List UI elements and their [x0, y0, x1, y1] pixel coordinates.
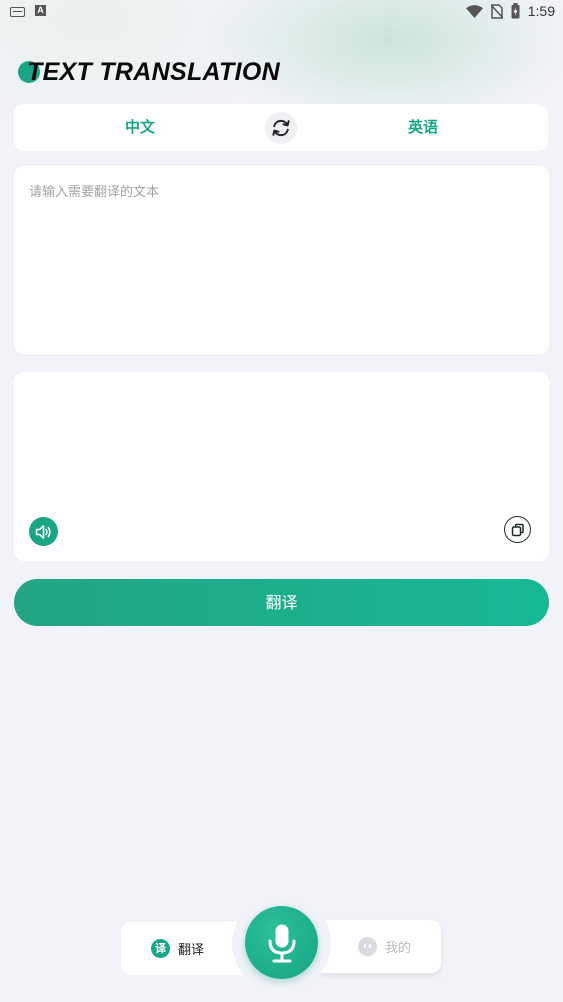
- translate-tab-icon: 译: [151, 939, 170, 958]
- translate-button[interactable]: 翻译: [14, 579, 549, 626]
- microphone-icon: [268, 924, 295, 962]
- copy-icon: [511, 523, 524, 536]
- status-time: 1:59: [527, 3, 555, 19]
- swap-refresh-icon: [272, 119, 290, 137]
- source-text-input[interactable]: [29, 181, 529, 339]
- speaker-icon: [35, 524, 51, 539]
- copy-button[interactable]: [504, 516, 531, 543]
- source-language-button[interactable]: 中文: [80, 104, 200, 151]
- a-icon: A: [35, 5, 46, 16]
- tab-mine[interactable]: 我的: [320, 920, 441, 973]
- battery-charging-icon: [511, 3, 520, 19]
- output-card: [14, 372, 549, 561]
- page-title: TEXT TRANSLATION: [27, 58, 280, 86]
- target-language-button[interactable]: 英语: [363, 104, 483, 151]
- tab-translate-label: 翻译: [178, 943, 205, 958]
- speak-button[interactable]: [29, 517, 58, 546]
- tab-translate[interactable]: 译 翻译: [121, 922, 245, 975]
- language-bar: 中文 英语: [14, 104, 548, 151]
- voice-input-button[interactable]: [245, 906, 318, 979]
- profile-face-icon: [358, 937, 377, 956]
- no-sim-icon: [490, 3, 503, 19]
- input-card: [14, 166, 549, 354]
- keyboard-icon: [10, 6, 25, 17]
- swap-languages-button[interactable]: [265, 112, 297, 144]
- tab-mine-label: 我的: [385, 941, 412, 956]
- status-bar: A 1:59: [0, 0, 563, 24]
- wifi-icon: [465, 4, 483, 18]
